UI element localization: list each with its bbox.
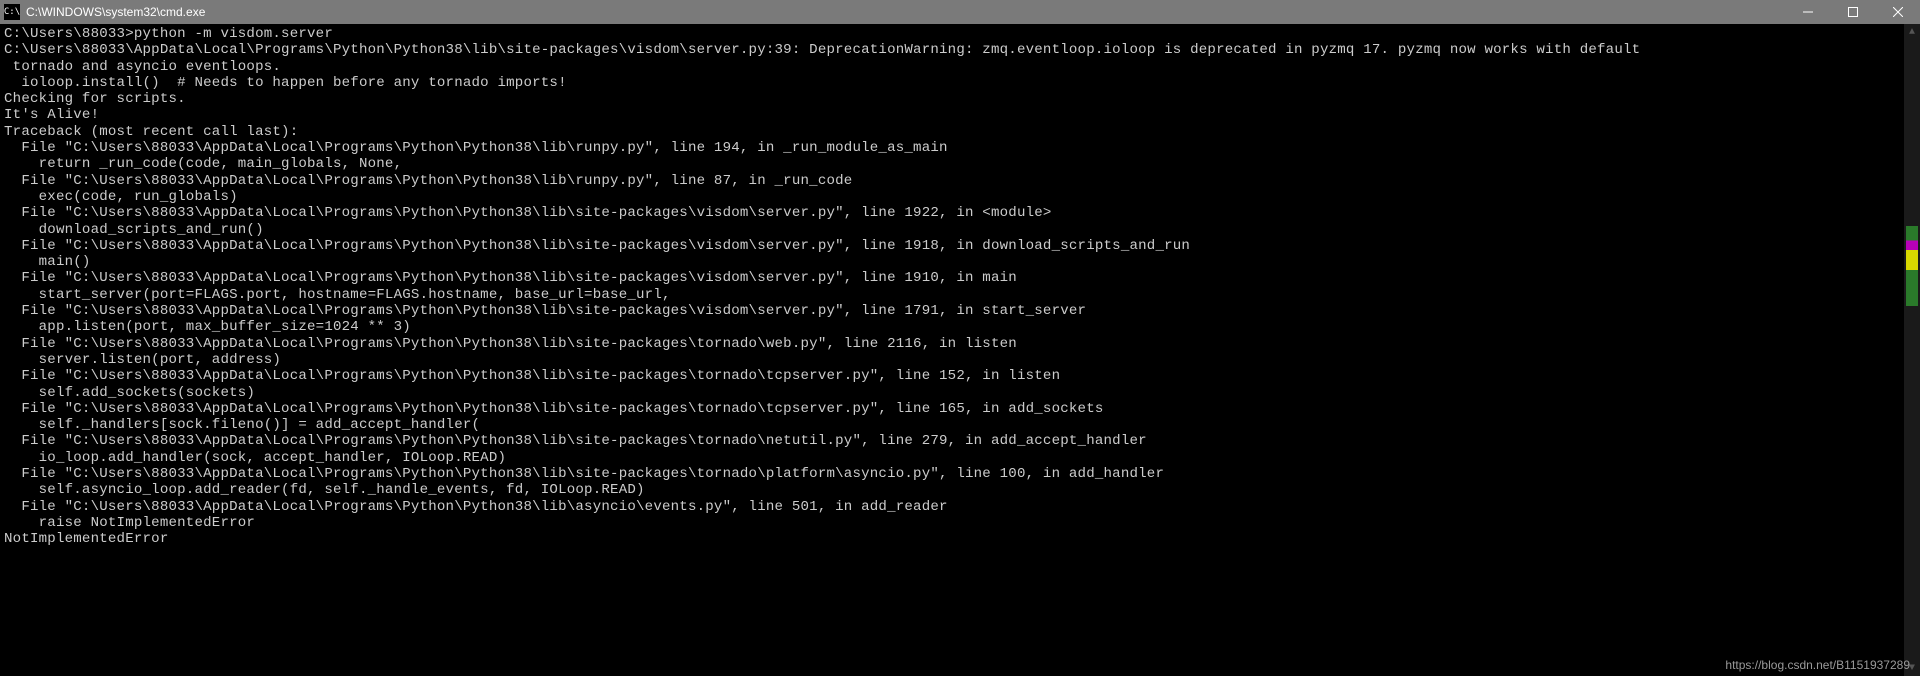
terminal-line: self.asyncio_loop.add_reader(fd, self._h… — [4, 482, 1916, 498]
scroll-thumb[interactable] — [1906, 226, 1918, 306]
terminal-line: C:\Users\88033\AppData\Local\Programs\Py… — [4, 42, 1916, 58]
terminal-line: self._handlers[sock.fileno()] = add_acce… — [4, 417, 1916, 433]
title-bar[interactable]: C:\ C:\WINDOWS\system32\cmd.exe — [0, 0, 1920, 24]
scroll-up-arrow[interactable]: ▲ — [1904, 24, 1920, 40]
terminal-line: Checking for scripts. — [4, 91, 1916, 107]
terminal-line: ioloop.install() # Needs to happen befor… — [4, 75, 1916, 91]
terminal-line: NotImplementedError — [4, 531, 1916, 547]
terminal-line: File "C:\Users\88033\AppData\Local\Progr… — [4, 336, 1916, 352]
terminal-line: File "C:\Users\88033\AppData\Local\Progr… — [4, 499, 1916, 515]
terminal-line: Traceback (most recent call last): — [4, 124, 1916, 140]
scroll-track[interactable] — [1904, 40, 1920, 660]
terminal-line: io_loop.add_handler(sock, accept_handler… — [4, 450, 1916, 466]
terminal-line: app.listen(port, max_buffer_size=1024 **… — [4, 319, 1916, 335]
terminal-line: raise NotImplementedError — [4, 515, 1916, 531]
terminal-line: File "C:\Users\88033\AppData\Local\Progr… — [4, 401, 1916, 417]
terminal-line: exec(code, run_globals) — [4, 189, 1916, 205]
terminal-line: server.listen(port, address) — [4, 352, 1916, 368]
terminal-line: self.add_sockets(sockets) — [4, 385, 1916, 401]
maximize-button[interactable] — [1830, 0, 1875, 24]
terminal-line: It's Alive! — [4, 107, 1916, 123]
terminal-line: C:\Users\88033>python -m visdom.server — [4, 26, 1916, 42]
terminal-line: File "C:\Users\88033\AppData\Local\Progr… — [4, 466, 1916, 482]
terminal-line: File "C:\Users\88033\AppData\Local\Progr… — [4, 270, 1916, 286]
terminal-line: File "C:\Users\88033\AppData\Local\Progr… — [4, 173, 1916, 189]
terminal-line: File "C:\Users\88033\AppData\Local\Progr… — [4, 303, 1916, 319]
vertical-scrollbar[interactable]: ▲ ▼ — [1904, 24, 1920, 676]
terminal-line: File "C:\Users\88033\AppData\Local\Progr… — [4, 238, 1916, 254]
terminal-line: return _run_code(code, main_globals, Non… — [4, 156, 1916, 172]
minimize-button[interactable] — [1785, 0, 1830, 24]
terminal-line: download_scripts_and_run() — [4, 222, 1916, 238]
cmd-icon: C:\ — [4, 4, 20, 20]
terminal-line: tornado and asyncio eventloops. — [4, 59, 1916, 75]
terminal-line: start_server(port=FLAGS.port, hostname=F… — [4, 287, 1916, 303]
terminal-line: File "C:\Users\88033\AppData\Local\Progr… — [4, 140, 1916, 156]
terminal-line: File "C:\Users\88033\AppData\Local\Progr… — [4, 205, 1916, 221]
terminal-line: main() — [4, 254, 1916, 270]
terminal-line: File "C:\Users\88033\AppData\Local\Progr… — [4, 368, 1916, 384]
watermark: https://blog.csdn.net/B1151937289 — [1725, 658, 1910, 672]
terminal-line: File "C:\Users\88033\AppData\Local\Progr… — [4, 433, 1916, 449]
close-button[interactable] — [1875, 0, 1920, 24]
terminal-output[interactable]: C:\Users\88033>python -m visdom.serverC:… — [0, 24, 1920, 550]
window-title: C:\WINDOWS\system32\cmd.exe — [26, 5, 205, 19]
